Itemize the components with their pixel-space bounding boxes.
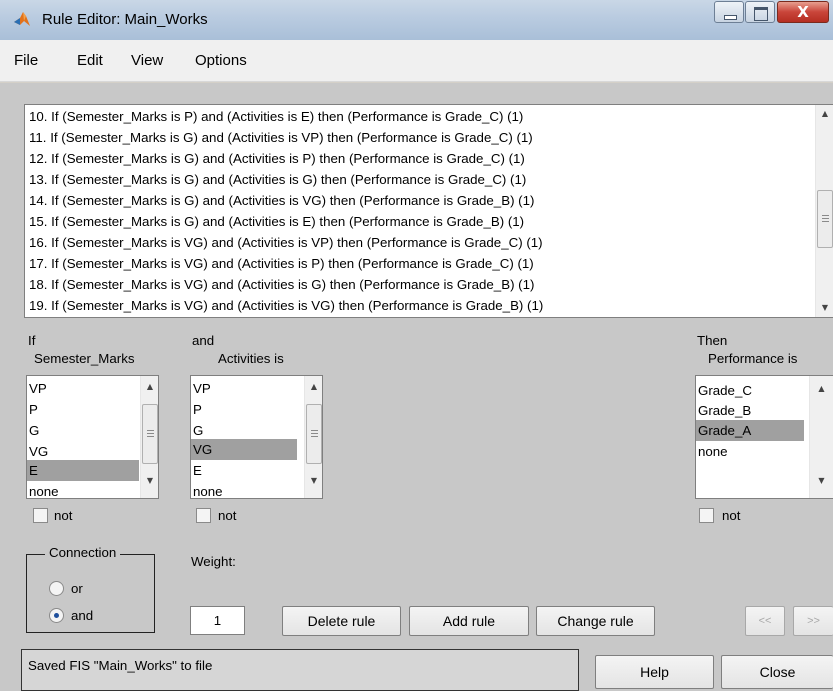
- menu-bar: File Edit View Options: [0, 40, 833, 82]
- scroll-thumb[interactable]: [142, 404, 158, 464]
- connection-title: Connection: [45, 545, 121, 560]
- rule-item[interactable]: 19. If (Semester_Marks is VG) and (Activ…: [29, 295, 543, 316]
- rules-list[interactable]: 10. If (Semester_Marks is P) and (Activi…: [24, 104, 833, 318]
- rule-item[interactable]: 13. If (Semester_Marks is G) and (Activi…: [29, 169, 526, 190]
- rule-item[interactable]: 12. If (Semester_Marks is G) and (Activi…: [29, 148, 525, 169]
- scroll-up-icon[interactable]: ▲: [141, 382, 158, 391]
- option-none[interactable]: none: [191, 481, 303, 498]
- scroll-down-icon[interactable]: ▼: [305, 476, 322, 485]
- scroll-thumb[interactable]: [817, 190, 833, 248]
- option-e[interactable]: E: [27, 460, 139, 481]
- rule-item[interactable]: 11. If (Semester_Marks is G) and (Activi…: [29, 127, 533, 148]
- rule-item[interactable]: 16. If (Semester_Marks is VG) and (Activ…: [29, 232, 543, 253]
- activities-scrollbar[interactable]: ▲ ▼: [304, 376, 322, 498]
- or-radio[interactable]: [49, 581, 64, 596]
- window-title: Rule Editor: Main_Works: [42, 11, 208, 28]
- close-window-button[interactable]: X: [777, 1, 829, 23]
- scroll-thumb[interactable]: [306, 404, 322, 464]
- then-label: Then: [697, 333, 728, 348]
- option-g[interactable]: G: [27, 420, 139, 441]
- weight-input[interactable]: 1: [190, 606, 245, 635]
- rule-editor-window: Rule Editor: Main_Works X File Edit View…: [0, 0, 833, 691]
- option-none[interactable]: none: [27, 481, 139, 498]
- option-vg[interactable]: VG: [191, 439, 297, 460]
- not-label-1: not: [54, 508, 73, 523]
- option-p[interactable]: P: [27, 399, 139, 420]
- option-grade-b[interactable]: Grade_B: [696, 400, 804, 421]
- or-label: or: [71, 581, 83, 596]
- option-p[interactable]: P: [191, 399, 303, 420]
- status-text: Saved FIS "Main_Works" to file: [28, 658, 213, 673]
- scroll-up-icon[interactable]: ▲: [810, 384, 833, 393]
- weight-label: Weight:: [191, 554, 236, 569]
- change-rule-button[interactable]: Change rule: [536, 606, 655, 636]
- if-label: If: [28, 333, 36, 348]
- not-label-3: not: [722, 508, 741, 523]
- scroll-up-icon[interactable]: ▲: [816, 109, 833, 118]
- option-grade-c[interactable]: Grade_C: [696, 380, 804, 401]
- title-bar: Rule Editor: Main_Works X: [0, 0, 833, 40]
- option-none[interactable]: none: [696, 441, 804, 462]
- rule-item[interactable]: 10. If (Semester_Marks is P) and (Activi…: [29, 106, 523, 127]
- activities-list[interactable]: VP P G VG E none ▲ ▼: [190, 375, 323, 499]
- close-button[interactable]: Close: [721, 655, 833, 689]
- close-icon: X: [797, 3, 809, 21]
- not-checkbox-1[interactable]: [33, 508, 48, 523]
- scroll-up-icon[interactable]: ▲: [305, 382, 322, 391]
- performance-list[interactable]: Grade_C Grade_B Grade_A none ▲ ▼: [695, 375, 833, 499]
- not-checkbox-2[interactable]: [196, 508, 211, 523]
- add-rule-button[interactable]: Add rule: [409, 606, 529, 636]
- and-radio-label: and: [71, 608, 94, 623]
- not-label-2: not: [218, 508, 237, 523]
- menu-view[interactable]: View: [131, 52, 163, 69]
- scroll-down-icon[interactable]: ▼: [141, 476, 158, 485]
- option-g[interactable]: G: [191, 420, 303, 441]
- next-rule-button[interactable]: >>: [793, 606, 833, 636]
- semester-marks-scrollbar[interactable]: ▲ ▼: [140, 376, 158, 498]
- status-bar: Saved FIS "Main_Works" to file: [21, 649, 579, 691]
- performance-scrollbar[interactable]: ▲ ▼: [809, 376, 833, 498]
- previous-rule-button[interactable]: <<: [745, 606, 785, 636]
- menu-options[interactable]: Options: [195, 52, 247, 69]
- minimize-button[interactable]: [714, 1, 744, 23]
- activities-label: Activities is: [218, 351, 284, 366]
- delete-rule-button[interactable]: Delete rule: [282, 606, 401, 636]
- scroll-down-icon[interactable]: ▼: [816, 303, 833, 312]
- help-button[interactable]: Help: [595, 655, 714, 689]
- rule-item[interactable]: 17. If (Semester_Marks is VG) and (Activ…: [29, 253, 534, 274]
- option-grade-a[interactable]: Grade_A: [696, 420, 804, 441]
- performance-label: Performance is: [708, 351, 798, 366]
- and-radio[interactable]: [49, 608, 64, 623]
- scroll-down-icon[interactable]: ▼: [810, 476, 833, 485]
- rules-scrollbar[interactable]: ▲ ▼: [815, 105, 833, 317]
- rule-item[interactable]: 14. If (Semester_Marks is G) and (Activi…: [29, 190, 534, 211]
- option-e[interactable]: E: [191, 460, 303, 481]
- option-vg[interactable]: VG: [27, 441, 139, 462]
- menu-edit[interactable]: Edit: [77, 52, 103, 69]
- rule-item[interactable]: 15. If (Semester_Marks is G) and (Activi…: [29, 211, 524, 232]
- option-vp[interactable]: VP: [191, 378, 303, 399]
- menu-file[interactable]: File: [14, 52, 38, 69]
- option-vp[interactable]: VP: [27, 378, 139, 399]
- matlab-logo-icon: [14, 12, 30, 26]
- semester-marks-label: Semester_Marks: [34, 351, 135, 366]
- rule-item[interactable]: 18. If (Semester_Marks is VG) and (Activ…: [29, 274, 534, 295]
- maximize-button[interactable]: [745, 1, 775, 23]
- semester-marks-list[interactable]: VP P G VG E none ▲ ▼: [26, 375, 159, 499]
- not-checkbox-3[interactable]: [699, 508, 714, 523]
- and-label: and: [192, 333, 215, 348]
